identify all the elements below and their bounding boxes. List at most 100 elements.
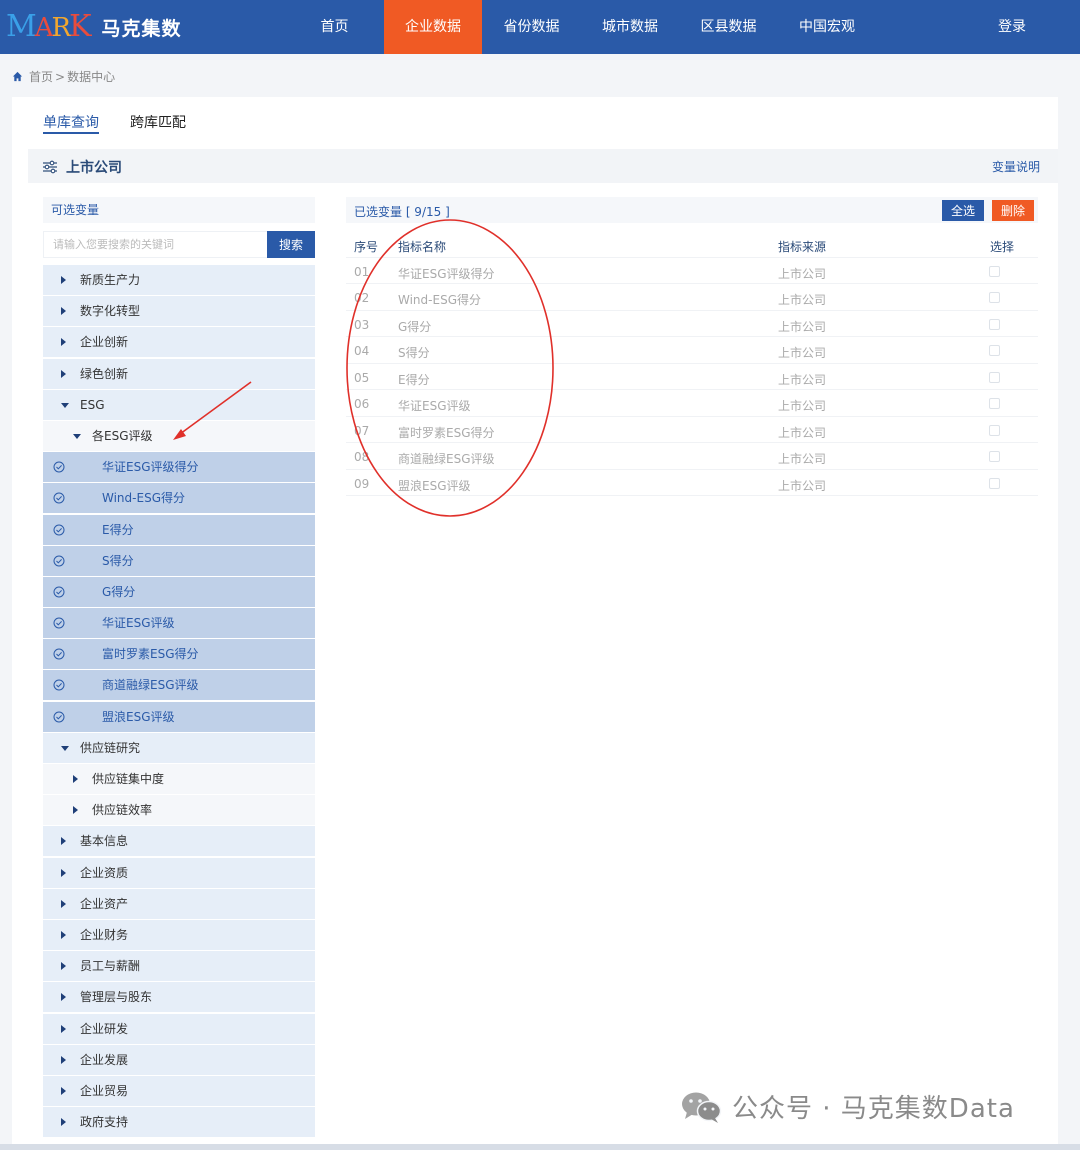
tree-leaf-item[interactable]: Wind-ESG得分: [43, 483, 315, 514]
tree-category[interactable]: 企业研发: [43, 1013, 315, 1044]
variable-explain-link[interactable]: 变量说明: [992, 158, 1040, 175]
selected-variables-table: 序号 指标名称 指标来源 选择 01 华证ESG评级得分 上市公司 02 Wind-ES…: [346, 231, 1038, 496]
caret-right-icon: [61, 1118, 66, 1127]
caret-right-icon: [61, 930, 66, 939]
tree-category[interactable]: 数字化转型: [43, 296, 315, 327]
tree-leaf-item[interactable]: G得分: [43, 576, 315, 607]
row-select-checkbox[interactable]: [989, 477, 1000, 489]
nav-item-china-macro[interactable]: 中国宏观: [778, 0, 876, 54]
tree-category[interactable]: 企业贸易: [43, 1075, 315, 1106]
tree-leaf-item[interactable]: 盟浪ESG评级: [43, 701, 315, 732]
variable-tree: 新质生产力 数字化转型 企业创新 绿色创新 ESG 各ESG评级 华证ESG评级得分 Wind…: [43, 265, 315, 1138]
cell-source: 上市公司: [778, 425, 827, 440]
check-circle-icon: [53, 492, 65, 504]
cell-source: 上市公司: [778, 372, 827, 387]
check-circle-icon: [53, 648, 65, 660]
caret-right-icon: [61, 868, 66, 877]
tree-category[interactable]: 企业创新: [43, 327, 315, 358]
tree-category[interactable]: 政府支持: [43, 1107, 315, 1138]
nav-item-city-data[interactable]: 城市数据: [581, 0, 679, 54]
keyword-search-input[interactable]: [43, 231, 269, 258]
tab-single-query[interactable]: 单库查询: [43, 112, 99, 134]
table-row: 07 富时罗素ESG得分 上市公司: [346, 417, 1038, 443]
table-row: 01 华证ESG评级得分 上市公司: [346, 258, 1038, 284]
nav-item-enterprise-data[interactable]: 企业数据: [384, 0, 482, 54]
tree-category[interactable]: 管理层与股东: [43, 982, 315, 1013]
nav-item-province-data[interactable]: 省份数据: [482, 0, 581, 54]
cell-name: 盟浪ESG评级: [398, 478, 471, 493]
cell-seq: 02: [354, 291, 370, 305]
cell-seq: 09: [354, 476, 370, 491]
cell-source: 上市公司: [778, 266, 827, 281]
row-select-checkbox[interactable]: [989, 318, 1000, 330]
tree-category[interactable]: 绿色创新: [43, 358, 315, 389]
tree-category[interactable]: 供应链研究: [43, 732, 315, 763]
row-select-checkbox[interactable]: [989, 424, 1000, 436]
wechat-icon: [682, 1092, 722, 1123]
tree-subcategory[interactable]: 各ESG评级: [43, 420, 315, 451]
tree-leaf-item[interactable]: 富时罗素ESG得分: [43, 639, 315, 670]
cell-seq: 06: [354, 397, 370, 411]
table-row: 08 商道融绿ESG评级 上市公司: [346, 443, 1038, 470]
tree-category[interactable]: 基本信息: [43, 826, 315, 857]
tree-leaf-item[interactable]: 商道融绿ESG评级: [43, 670, 315, 701]
tree-category[interactable]: ESG: [43, 389, 315, 420]
cell-seq: 07: [354, 423, 370, 438]
tree-category[interactable]: 员工与薪酬: [43, 951, 315, 982]
top-nav: MARK 马克集数 首页 企业数据 省份数据 城市数据 区县数据 中国宏观 登录: [0, 0, 1080, 54]
tree-category[interactable]: 企业资质: [43, 857, 315, 888]
cell-name: E得分: [398, 372, 430, 387]
row-select-checkbox[interactable]: [989, 345, 1000, 356]
cell-source: 上市公司: [778, 346, 827, 360]
tree-category[interactable]: 企业资产: [43, 888, 315, 919]
breadcrumb-separator: >: [55, 69, 66, 84]
tab-cross-match[interactable]: 跨库匹配: [130, 112, 186, 134]
nav-item-county-data[interactable]: 区县数据: [679, 0, 778, 54]
logo-mark: MARK: [6, 9, 92, 44]
cell-seq: 04: [354, 344, 370, 358]
nav-item-home[interactable]: 首页: [285, 0, 384, 54]
caret-right-icon: [73, 806, 78, 815]
search-button[interactable]: 搜索: [267, 231, 315, 258]
filter-sliders-icon: [43, 160, 57, 174]
row-select-checkbox[interactable]: [989, 451, 1000, 462]
column-header-name: 指标名称: [398, 240, 447, 254]
cell-name: S得分: [398, 346, 430, 360]
delete-button[interactable]: 删除: [992, 200, 1034, 221]
page-bottom-edge: [0, 1144, 1080, 1150]
row-select-checkbox[interactable]: [989, 398, 1000, 409]
brand-name: 马克集数: [101, 17, 182, 40]
row-select-checkbox[interactable]: [989, 292, 1000, 303]
table-row: 09 盟浪ESG评级 上市公司: [346, 470, 1038, 496]
row-select-checkbox[interactable]: [989, 371, 1000, 383]
table-row: 04 S得分 上市公司: [346, 337, 1038, 364]
cell-name: 华证ESG评级得分: [398, 266, 495, 281]
tree-leaf-item[interactable]: 华证ESG评级得分: [43, 452, 315, 483]
breadcrumb: 首页 > 数据中心: [12, 68, 115, 85]
table-row: 03 G得分 上市公司: [346, 311, 1038, 337]
tree-category[interactable]: 新质生产力: [43, 265, 315, 295]
tree-subcategory[interactable]: 供应链集中度: [43, 764, 315, 794]
tree-category[interactable]: 企业财务: [43, 919, 315, 950]
watermark: 公众号 · 马克集数Data: [680, 1088, 1015, 1125]
cell-seq: 01: [354, 264, 370, 279]
caret-down-icon: [73, 433, 81, 439]
tree-category[interactable]: 企业发展: [43, 1044, 315, 1075]
column-header-select: 选择: [990, 240, 1015, 254]
tree-leaf-item[interactable]: S得分: [43, 545, 315, 576]
section-bar: 上市公司 变量说明: [28, 149, 1058, 183]
tree-leaf-item[interactable]: 华证ESG评级: [43, 608, 315, 639]
cell-seq: 05: [354, 370, 370, 385]
tree-leaf-item[interactable]: E得分: [43, 514, 315, 545]
tree-subcategory[interactable]: 供应链效率: [43, 795, 315, 826]
table-row: 05 E得分 上市公司: [346, 364, 1038, 390]
row-select-checkbox[interactable]: [989, 265, 1000, 277]
login-link[interactable]: 登录: [982, 0, 1042, 54]
breadcrumb-home[interactable]: 首页: [29, 68, 53, 85]
select-all-button[interactable]: 全选: [942, 200, 984, 221]
cell-seq: 03: [354, 317, 370, 332]
caret-right-icon: [61, 338, 66, 347]
check-circle-icon: [53, 679, 65, 691]
logo[interactable]: MARK 马克集数: [6, 6, 182, 48]
check-circle-icon: [53, 586, 65, 598]
